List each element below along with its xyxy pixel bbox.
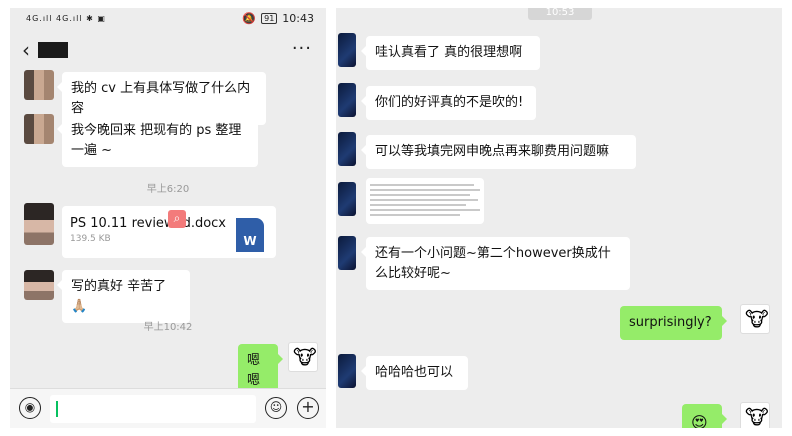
status-time: 10:43 xyxy=(282,12,314,25)
signal-icons: 4G.ıll 4G.ıll ✱ ▣ xyxy=(26,14,106,23)
mute-icon: 🔕 xyxy=(242,12,257,25)
message-text: 哇认真看了 真的很理想啊 xyxy=(375,45,523,60)
avatar[interactable] xyxy=(24,114,54,144)
message-bubble: 我今晚回来 把现有的 ps 整理一遍 ~ xyxy=(57,114,258,167)
my-avatar[interactable]: 🐮 xyxy=(288,342,318,372)
input-bar: ◉ ☺ + xyxy=(10,388,326,428)
word-document-icon: W xyxy=(236,218,264,252)
avatar[interactable] xyxy=(338,33,356,67)
cow-avatar-icon: 🐮 xyxy=(745,405,769,428)
message-text: 还有一个小问题~第二个however换成什么比较好呢~ xyxy=(375,246,611,281)
avatar[interactable] xyxy=(24,70,54,100)
heart-eyes-emoji: 😍 xyxy=(691,413,708,428)
contact-name-redacted xyxy=(38,42,68,58)
message-input[interactable] xyxy=(50,395,256,423)
avatar[interactable] xyxy=(338,83,356,117)
my-message-bubble: surprisingly? xyxy=(620,306,727,340)
text-caret xyxy=(56,401,58,417)
message-bubble: 哇认真看了 真的很理想啊 xyxy=(361,36,540,70)
message-text: 你们的好评真的不是吹的! xyxy=(375,95,524,110)
message-bubble: 哈哈哈也可以 xyxy=(361,356,468,390)
my-message-bubble: 😍 xyxy=(682,404,727,428)
cow-avatar-icon: 🐮 xyxy=(745,307,769,331)
voice-input-icon[interactable]: ◉ xyxy=(19,397,41,419)
avatar[interactable] xyxy=(24,270,54,300)
file-message[interactable]: PS 10.11 reviewed.docx 139.5 KB ⌕ W xyxy=(62,206,276,258)
message-text: 我今晚回来 把现有的 ps 整理一遍 ~ xyxy=(71,123,242,158)
chat-header: ‹ ··· xyxy=(10,36,326,66)
emoji-icon[interactable]: ☺ xyxy=(265,397,287,419)
back-icon[interactable]: ‹ xyxy=(22,38,30,62)
avatar[interactable] xyxy=(338,354,356,388)
message-text: 写的真好 辛苦了🙏🏼 xyxy=(71,279,167,314)
document-image-message[interactable] xyxy=(366,178,484,224)
message-bubble: 你们的好评真的不是吹的! xyxy=(361,86,536,120)
timestamp: 10:53 xyxy=(528,8,592,20)
right-chat-screenshot: 10:53 哇认真看了 真的很理想啊 你们的好评真的不是吹的! 可以等我填完网申… xyxy=(336,8,782,428)
cow-avatar-icon: 🐮 xyxy=(293,345,317,369)
search-icon[interactable]: ⌕ xyxy=(168,210,186,228)
message-text: 可以等我填完网申晚点再来聊费用问题嘛 xyxy=(375,144,610,159)
more-icon[interactable]: ··· xyxy=(292,38,312,59)
message-bubble: 还有一个小问题~第二个however换成什么比较好呢~ xyxy=(361,237,630,290)
timestamp: 早上6:20 xyxy=(146,184,190,195)
file-size: 139.5 KB xyxy=(70,234,111,244)
my-avatar[interactable]: 🐮 xyxy=(740,402,770,428)
status-bar: 4G.ıll 4G.ıll ✱ ▣ 🔕 91 10:43 xyxy=(10,8,326,30)
my-avatar[interactable]: 🐮 xyxy=(740,304,770,334)
avatar[interactable] xyxy=(338,236,356,270)
message-bubble: 可以等我填完网申晚点再来聊费用问题嘛 xyxy=(361,135,636,169)
avatar[interactable] xyxy=(338,182,356,216)
avatar[interactable] xyxy=(24,203,54,245)
battery-icon: 91 xyxy=(261,13,278,24)
avatar[interactable] xyxy=(338,132,356,166)
plus-icon[interactable]: + xyxy=(297,397,319,419)
message-text: 哈哈哈也可以 xyxy=(375,365,454,380)
file-name: PS 10.11 reviewed.docx xyxy=(70,216,226,231)
timestamp: 早上10:42 xyxy=(143,322,193,333)
message-text: 嗯嗯 xyxy=(247,353,261,388)
message-text: surprisingly? xyxy=(629,315,712,330)
message-text: 我的 cv 上有具体写做了什么内容 xyxy=(71,81,251,116)
message-bubble: 写的真好 辛苦了🙏🏼 xyxy=(57,270,190,323)
left-chat-screenshot: 4G.ıll 4G.ıll ✱ ▣ 🔕 91 10:43 ‹ ··· 我的 cv… xyxy=(10,8,326,428)
